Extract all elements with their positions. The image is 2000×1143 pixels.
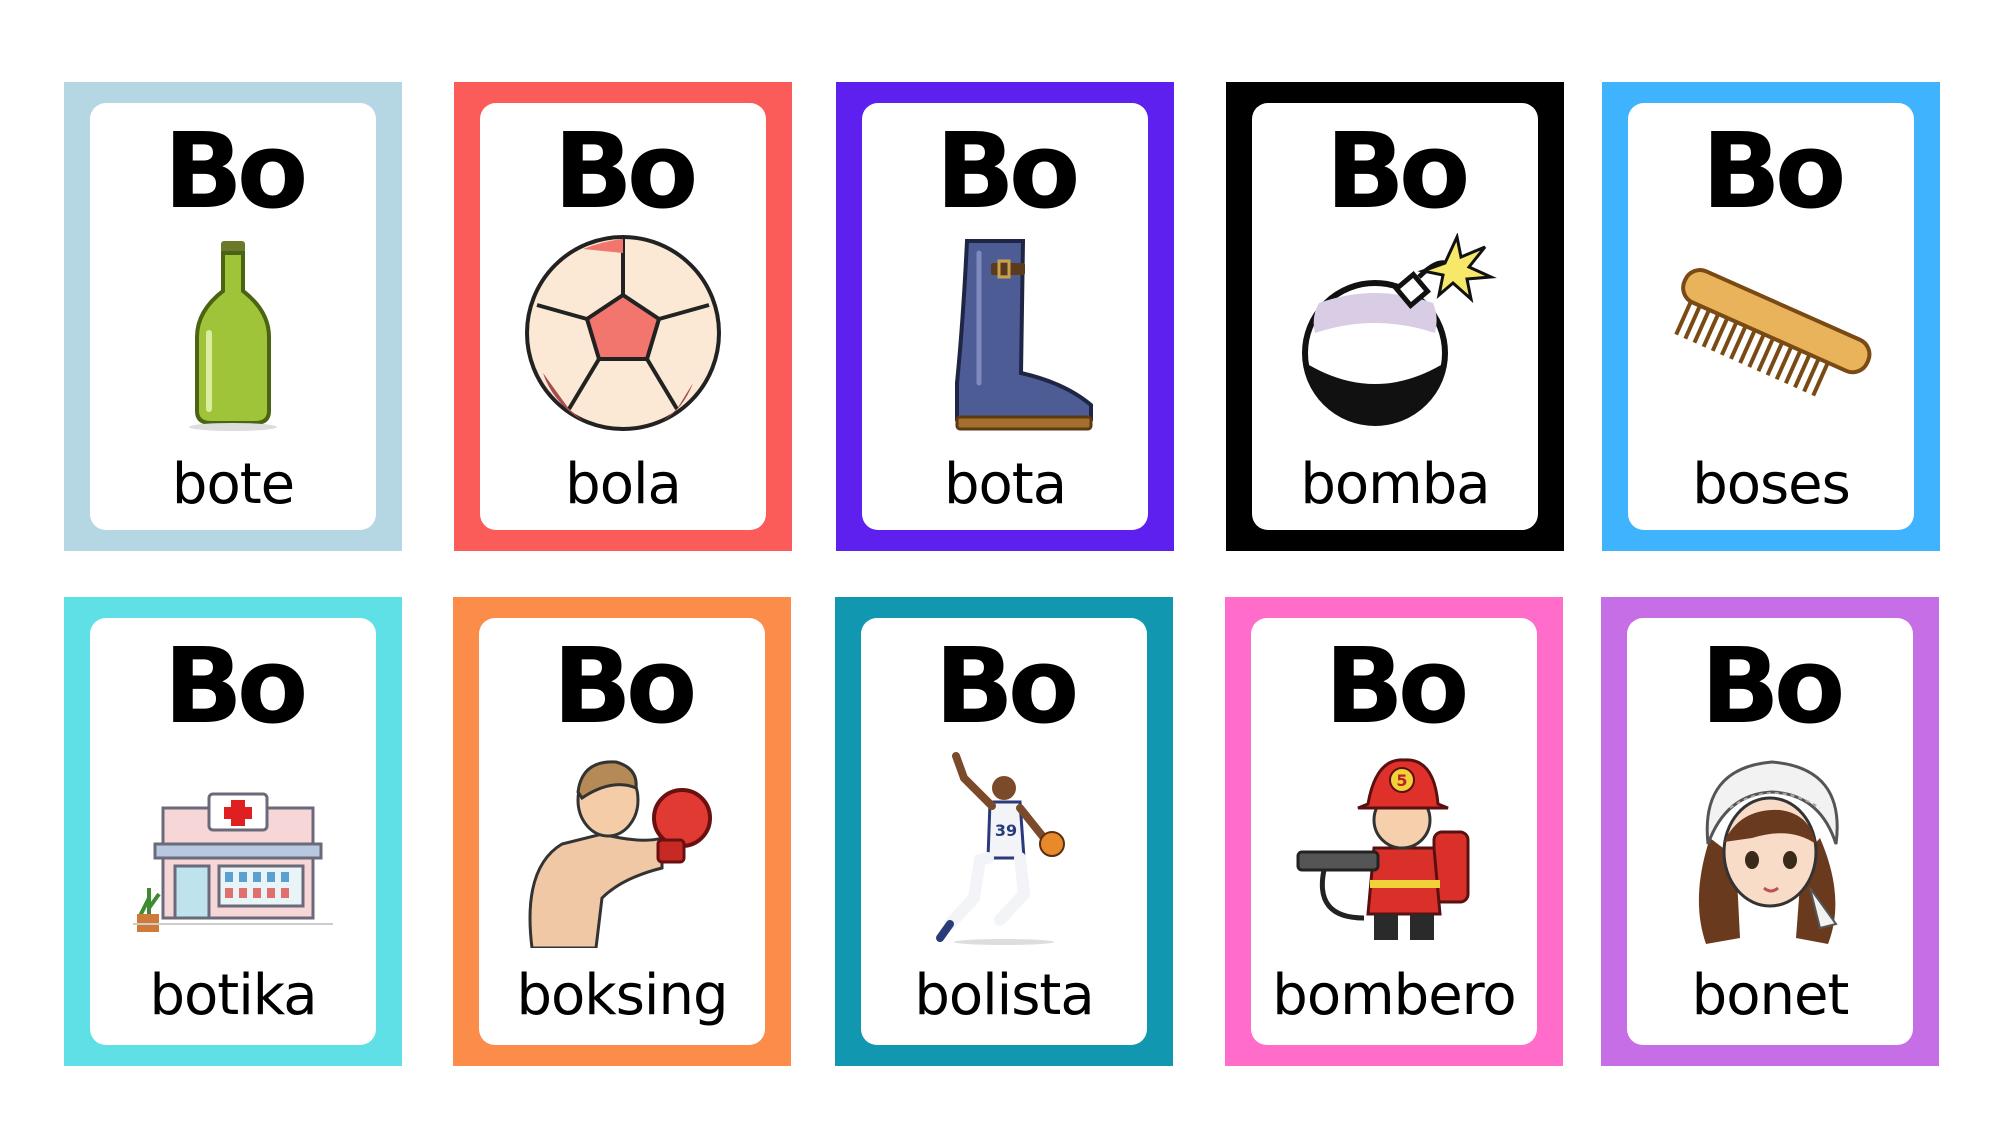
syllable-label: Bo	[163, 110, 309, 232]
syllable-label: Bo	[935, 110, 1081, 232]
ball-icon	[490, 233, 756, 433]
syllable-label: Bo	[1700, 625, 1846, 747]
flashcard-bomba: Bo bomba	[1226, 82, 1564, 551]
word-label: bonet	[1691, 963, 1850, 1029]
flashcard-botika: Bo botika	[64, 597, 402, 1066]
card-face: Bo botika	[90, 618, 376, 1045]
card-face: Bo boksing	[479, 618, 765, 1045]
bottle-icon	[100, 233, 366, 433]
card-face: Bo bote	[90, 103, 376, 530]
syllable-label: Bo	[1325, 110, 1471, 232]
word-label: boksing	[516, 963, 728, 1029]
word-label: bota	[943, 452, 1067, 518]
bonnet-girl-icon	[1637, 748, 1903, 948]
card-face: Bo 39 bolista	[861, 618, 1147, 1045]
firefighter-icon: 5	[1261, 748, 1527, 948]
comb-icon	[1638, 233, 1904, 433]
card-face: Bo bonet	[1627, 618, 1913, 1045]
syllable-label: Bo	[553, 110, 699, 232]
basketball-player-icon: 39	[871, 748, 1137, 948]
svg-text:5: 5	[1396, 771, 1407, 790]
flashcard-bonet: Bo bonet	[1601, 597, 1939, 1066]
word-label: bombero	[1272, 963, 1516, 1029]
flashcard-bola: Bo bola	[454, 82, 792, 551]
word-label: bola	[565, 452, 682, 518]
flashcard-bombero: Bo 5 bombero	[1225, 597, 1563, 1066]
word-label: boses	[1692, 452, 1851, 518]
syllable-label: Bo	[1324, 625, 1470, 747]
svg-text:39: 39	[995, 821, 1017, 840]
word-label: bomba	[1300, 452, 1490, 518]
pharmacy-icon	[100, 748, 366, 948]
flashcard-bota: Bo bota	[836, 82, 1174, 551]
word-label: bote	[171, 452, 295, 518]
card-face: Bo bola	[480, 103, 766, 530]
boot-icon	[872, 233, 1138, 433]
flashcard-boses: Bo boses	[1602, 82, 1940, 551]
card-face: Bo bomba	[1252, 103, 1538, 530]
syllable-label: Bo	[934, 625, 1080, 747]
card-face: Bo 5 bombero	[1251, 618, 1537, 1045]
bomb-icon	[1262, 233, 1528, 433]
syllable-label: Bo	[552, 625, 698, 747]
card-face: Bo bota	[862, 103, 1148, 530]
word-label: botika	[149, 963, 317, 1029]
flashcard-bolista: Bo 39 bolista	[835, 597, 1173, 1066]
flashcard-bote: Bo bote	[64, 82, 402, 551]
syllable-label: Bo	[163, 625, 309, 747]
card-face: Bo boses	[1628, 103, 1914, 530]
boxer-icon	[489, 748, 755, 948]
syllable-label: Bo	[1701, 110, 1847, 232]
word-label: bolista	[914, 963, 1094, 1029]
flashcard-boksing: Bo boksing	[453, 597, 791, 1066]
